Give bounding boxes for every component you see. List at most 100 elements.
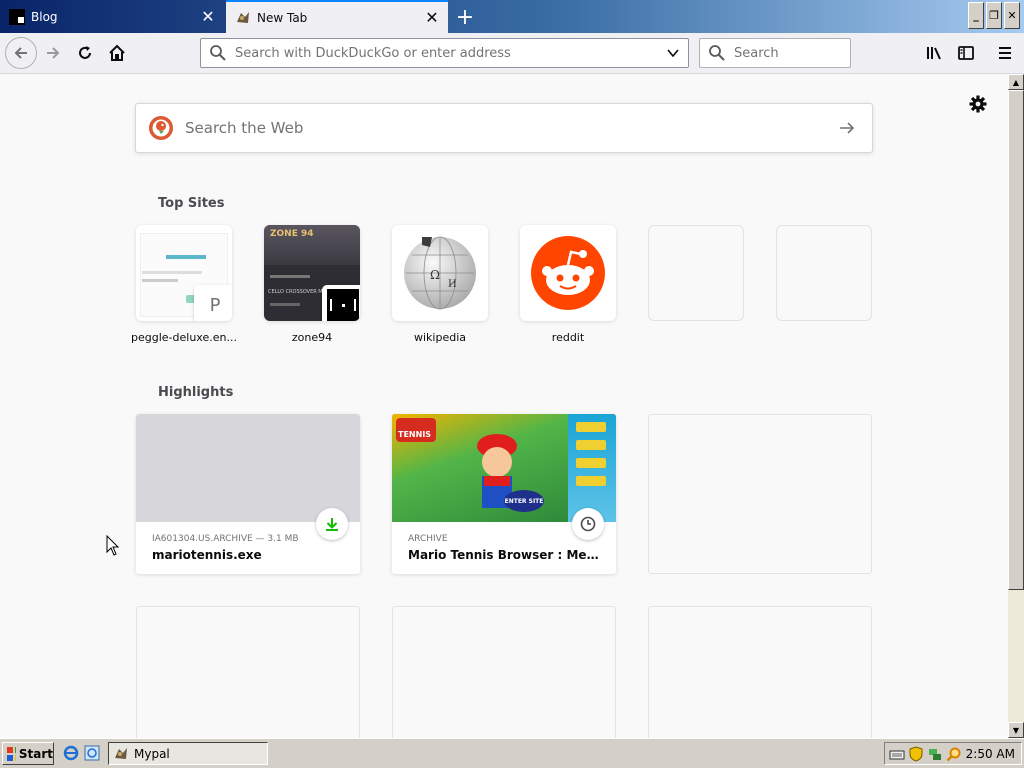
download-icon	[326, 518, 338, 531]
scrollbar-thumb[interactable]	[1008, 90, 1024, 590]
menu-button[interactable]	[991, 39, 1019, 67]
top-site-label: reddit	[551, 331, 585, 344]
start-label: Start	[18, 746, 53, 761]
back-arrow-icon	[14, 47, 27, 59]
top-site-label: peggle-deluxe.en...	[131, 331, 237, 344]
restore-button[interactable]: ❐	[986, 2, 1002, 29]
home-icon	[109, 44, 125, 61]
top-site-reddit[interactable]: reddit	[520, 225, 616, 344]
customize-button[interactable]	[968, 94, 988, 114]
highlight-card-archive[interactable]: TENNIS ENTER SITE ARCHIVE Mario Tennis B…	[392, 414, 616, 574]
library-button[interactable]	[920, 39, 948, 67]
top-site-zone94[interactable]: ZONE 94 CELLO CROSSOVER MUSIC zone94	[264, 225, 360, 344]
wikipedia-globe-icon: Ω И	[404, 236, 476, 310]
page-scrollbar[interactable]: ▲ ▼	[1008, 74, 1024, 738]
highlight-card-download[interactable]: IA601304.US.ARCHIVE — 3.1 MB mariotennis…	[136, 414, 360, 574]
hamburger-menu-icon	[999, 47, 1011, 59]
tab-blog[interactable]: Blog ✕	[0, 0, 224, 33]
enter-site-text: ENTER SITE	[504, 490, 544, 512]
scroll-down-arrow-icon[interactable]: ▼	[1008, 722, 1024, 738]
web-search-box[interactable]	[135, 103, 873, 153]
forward-button[interactable]	[39, 39, 67, 67]
highlight-empty	[392, 606, 616, 738]
clock: 2:50 AM	[965, 746, 1015, 761]
tab-title: Blog	[31, 9, 58, 24]
address-bar[interactable]	[200, 38, 689, 68]
top-site-thumbnail: Ω И	[392, 225, 488, 321]
highlight-thumbnail: TENNIS ENTER SITE	[392, 414, 616, 522]
top-site-peggle[interactable]: P peggle-deluxe.en...	[131, 225, 237, 344]
search-input[interactable]	[732, 44, 906, 62]
top-site-empty	[776, 225, 872, 321]
duckduckgo-logo-icon	[149, 116, 173, 140]
library-icon	[927, 47, 941, 60]
chevron-down-icon[interactable]	[666, 46, 680, 60]
close-tab-icon[interactable]: ✕	[422, 8, 442, 28]
security-shield-icon[interactable]	[908, 745, 924, 762]
top-site-thumbnail: ZONE 94 CELLO CROSSOVER MUSIC	[264, 225, 360, 321]
search-icon	[709, 45, 725, 61]
minimize-button[interactable]: _	[968, 2, 984, 29]
web-search-input[interactable]	[183, 118, 838, 138]
reload-button[interactable]	[71, 39, 99, 67]
highlight-empty	[648, 414, 872, 574]
mypal-app-icon	[115, 747, 127, 759]
tab-strip: Blog ✕ New Tab ✕ + _ ❐ ✕	[0, 0, 1024, 33]
forward-arrow-icon	[47, 47, 60, 59]
blog-favicon-icon	[9, 8, 25, 25]
search-bar[interactable]	[699, 38, 906, 68]
zone94-favicon-icon	[322, 285, 360, 321]
svg-text:И: И	[448, 279, 457, 290]
taskbar-item-label: Mypal	[134, 746, 170, 761]
top-site-label: zone94	[291, 331, 333, 344]
reddit-logo-icon	[531, 236, 605, 310]
top-site-empty	[648, 225, 744, 321]
download-badge	[316, 508, 348, 540]
top-site-wikipedia[interactable]: Ω И wikipedia	[392, 225, 488, 344]
highlight-meta: ARCHIVE	[408, 534, 448, 544]
taskbar: Start Mypal 2:50 AM	[0, 738, 1024, 768]
highlights-heading: Highlights	[158, 385, 234, 400]
tab-title: New Tab	[257, 10, 308, 25]
top-site-thumbnail	[520, 225, 616, 321]
new-tab-button[interactable]: +	[452, 4, 478, 30]
magnifier-icon[interactable]	[946, 746, 962, 762]
new-tab-page: Top Sites P peggle-deluxe.en... ZONE 94 …	[0, 74, 1008, 738]
network-icon[interactable]	[927, 746, 943, 762]
system-tray: 2:50 AM	[884, 742, 1022, 765]
zone94-thumb-title: ZONE 94	[270, 229, 314, 239]
mouse-cursor-icon	[106, 535, 120, 556]
address-input[interactable]	[233, 44, 666, 62]
navigation-toolbar	[0, 33, 1024, 74]
tab-new-tab[interactable]: New Tab ✕	[226, 0, 448, 33]
gear-icon	[969, 95, 987, 113]
reload-icon	[79, 46, 91, 59]
window-controls: _ ❐ ✕	[968, 2, 1020, 29]
sidebar-icon	[958, 46, 974, 60]
internet-explorer-icon[interactable]	[63, 745, 79, 761]
home-button[interactable]	[103, 39, 131, 67]
empty-tile	[776, 225, 872, 321]
highlight-thumbnail	[136, 414, 360, 522]
empty-tile	[648, 225, 744, 321]
sidebar-button[interactable]	[952, 39, 980, 67]
back-button[interactable]	[5, 37, 37, 69]
close-window-button[interactable]: ✕	[1004, 2, 1020, 29]
highlight-empty	[136, 606, 360, 738]
arrow-right-icon[interactable]	[838, 119, 856, 137]
keyboard-icon[interactable]	[889, 746, 905, 762]
history-badge	[572, 508, 604, 540]
start-button[interactable]: Start	[2, 742, 54, 765]
clock-icon	[580, 516, 596, 532]
mypal-favicon-icon	[235, 10, 251, 26]
taskbar-item-mypal[interactable]: Mypal	[108, 742, 268, 765]
highlight-empty	[648, 606, 872, 738]
highlight-meta: IA601304.US.ARCHIVE — 3.1 MB	[152, 534, 299, 544]
top-sites-heading: Top Sites	[158, 196, 225, 211]
svg-text:Ω: Ω	[430, 268, 440, 282]
scroll-up-arrow-icon[interactable]: ▲	[1008, 74, 1024, 90]
close-tab-icon[interactable]: ✕	[198, 7, 218, 27]
top-site-label: wikipedia	[413, 331, 466, 344]
browser-quicklaunch-icon[interactable]	[84, 745, 100, 761]
highlight-title: Mario Tennis Browser : MediaBr...	[408, 548, 604, 562]
